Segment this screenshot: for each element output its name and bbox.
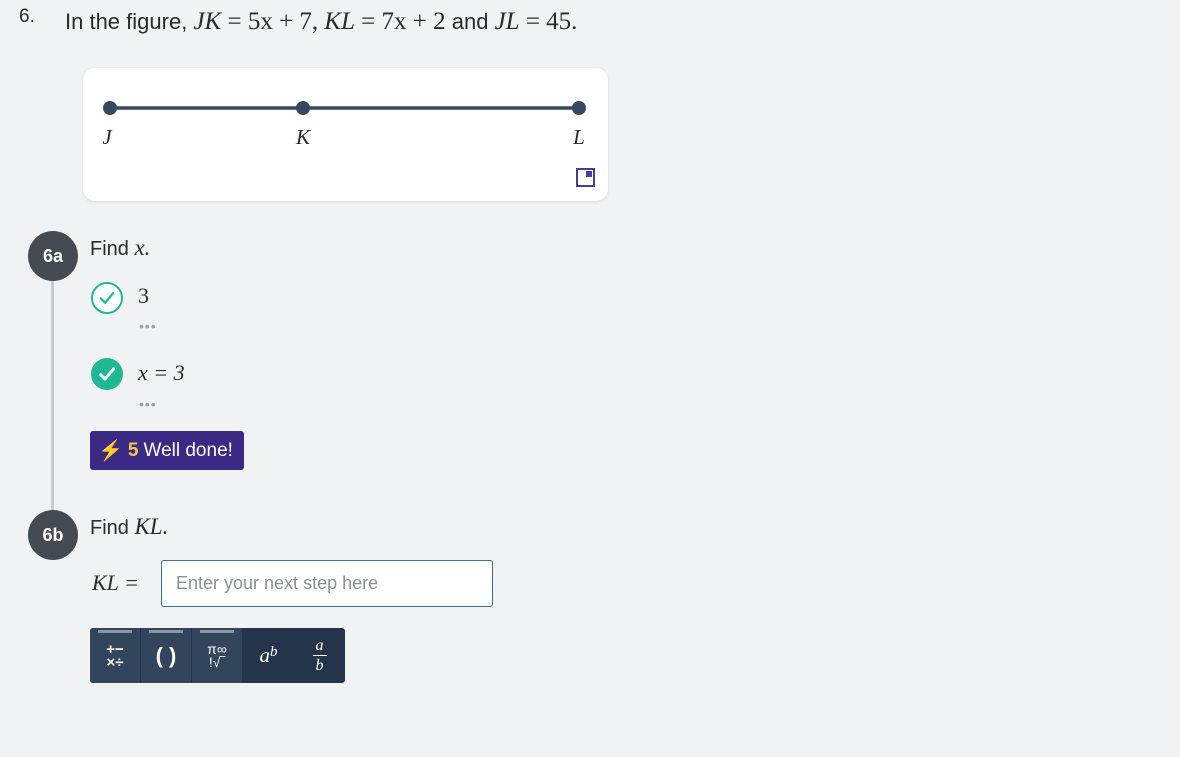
- eq-jk-rhs: = 5x + 7,: [227, 8, 319, 35]
- point-k: [296, 101, 310, 115]
- prompt-6b-variable: KL.: [134, 514, 169, 539]
- conjunction-and: and: [451, 9, 489, 34]
- input-label: KL =: [92, 570, 139, 595]
- exponent-button[interactable]: ab: [243, 628, 294, 683]
- step-2-value: x = 3: [138, 360, 185, 385]
- next-step-input[interactable]: [161, 560, 493, 607]
- fraction-denominator: b: [315, 657, 324, 674]
- check-outline-icon: [91, 282, 123, 314]
- label-j: J: [102, 125, 113, 149]
- prompt-6a-variable: x.: [134, 235, 151, 260]
- step-1-value: 3: [138, 283, 149, 308]
- label-l: L: [572, 125, 585, 149]
- prompt-6a: Find x.: [90, 235, 150, 261]
- operators-button[interactable]: +− ×÷: [90, 628, 141, 683]
- parentheses-button[interactable]: ( ): [141, 628, 192, 683]
- symbols-button[interactable]: π∞ !√‾: [192, 628, 243, 683]
- question-text: In the figure, JK = 5x + 7, KL = 7x + 2 …: [65, 8, 577, 36]
- question-intro: In the figure,: [65, 9, 188, 34]
- point-l: [572, 101, 586, 115]
- feedback-badge: ⚡ 5 Well done!: [90, 431, 244, 470]
- prompt-6b: Find KL.: [90, 514, 168, 540]
- operators-bottom-icon: ×÷: [106, 653, 124, 671]
- expand-figure-icon[interactable]: [576, 168, 595, 187]
- steps-timeline: [51, 272, 54, 534]
- check-filled-icon: [91, 358, 123, 390]
- label-k: K: [295, 125, 311, 149]
- exponent-power-icon: b: [270, 644, 278, 660]
- prompt-6a-label: Find: [90, 238, 129, 260]
- fraction-numerator: a: [315, 637, 324, 654]
- step-2-more-button[interactable]: •••: [139, 396, 157, 412]
- eq-kl-rhs: = 7x + 2: [361, 8, 446, 35]
- eq-kl-lhs: KL: [324, 8, 355, 35]
- parentheses-icon: ( ): [155, 642, 177, 668]
- eq-jk-lhs: JK: [193, 8, 222, 35]
- feedback-points: 5: [127, 439, 139, 461]
- fraction-icon: a b: [312, 637, 327, 674]
- math-toolbar: +− ×÷ ( ) π∞ !√‾ ab a b: [90, 628, 345, 683]
- segment-figure: J K L: [102, 101, 586, 149]
- lightning-icon: ⚡: [98, 440, 123, 462]
- eq-jl-rhs: = 45.: [525, 8, 578, 35]
- step-badge-6b: 6b: [28, 510, 78, 560]
- question-number: 6.: [19, 6, 35, 27]
- figure-card: J K L: [83, 68, 608, 201]
- step-badge-6a: 6a: [28, 231, 78, 281]
- point-j: [103, 101, 117, 115]
- prompt-6b-label: Find: [90, 517, 129, 539]
- feedback-message: Well done!: [143, 439, 233, 461]
- fraction-button[interactable]: a b: [294, 628, 345, 683]
- exponent-base-icon: a: [259, 643, 271, 667]
- step-1-more-button[interactable]: •••: [139, 318, 157, 334]
- eq-jl-lhs: JL: [494, 8, 520, 35]
- factorial-root-icon: !√‾: [208, 653, 226, 670]
